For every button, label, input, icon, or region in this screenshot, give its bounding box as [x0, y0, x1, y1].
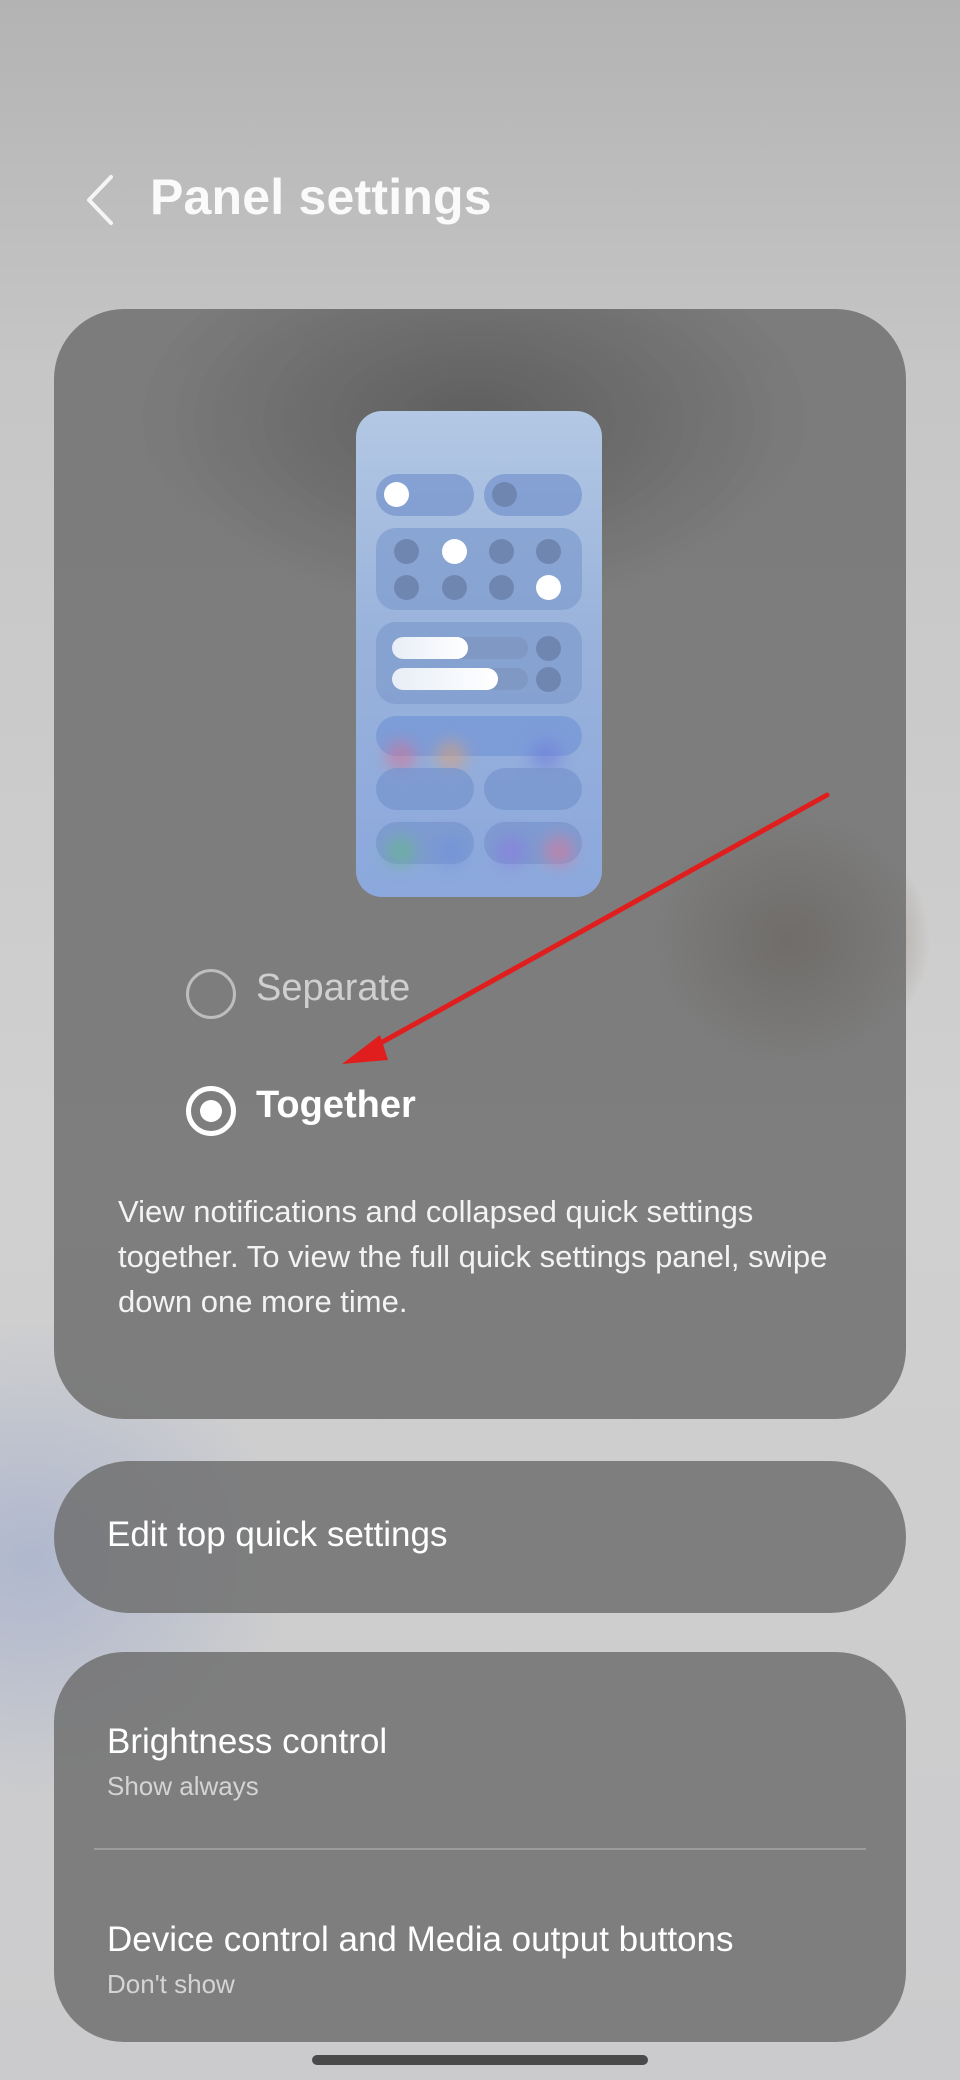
preview-tile-dot [536, 539, 561, 564]
option-label: Together [256, 1084, 416, 1126]
list-item-title: Device control and Media output buttons [107, 1920, 734, 1959]
preview-slider [392, 668, 528, 690]
panel-preview-illustration [356, 411, 602, 897]
radio-unselected-icon[interactable] [186, 969, 236, 1019]
preview-tile-dot [394, 539, 419, 564]
radio-selected-icon[interactable] [186, 1086, 236, 1136]
panel-mode-card: Separate Together View notifications and… [54, 309, 906, 1419]
preview-blur [386, 741, 416, 771]
preview-slider [392, 637, 528, 659]
option-separate[interactable]: Separate [124, 949, 824, 1045]
preview-tile-dot [489, 575, 514, 600]
option-label: Separate [256, 967, 411, 1009]
header: Panel settings [0, 150, 960, 250]
settings-list-card: Brightness control Show always Device co… [54, 1652, 906, 2042]
preview-blur [496, 836, 526, 866]
preview-notification [376, 768, 474, 810]
page-title: Panel settings [150, 169, 492, 225]
preview-blur [386, 836, 416, 866]
list-item-device-control[interactable]: Device control and Media output buttons … [54, 1868, 906, 2028]
preview-tile-dot [489, 539, 514, 564]
list-item-title: Brightness control [107, 1722, 388, 1761]
preview-tile-dot [442, 575, 467, 600]
edit-quick-settings-button[interactable]: Edit top quick settings [54, 1461, 906, 1613]
preview-notification [484, 768, 582, 810]
preview-tile-dot [442, 539, 467, 564]
list-item-subtitle: Show always [107, 1771, 259, 1801]
option-description: View notifications and collapsed quick s… [118, 1194, 828, 1319]
chevron-left-icon [87, 175, 113, 225]
option-together[interactable]: Together [124, 1066, 824, 1162]
preview-blur [436, 741, 466, 771]
preview-slider-dot [536, 667, 561, 692]
preview-blur [544, 836, 574, 866]
list-item-brightness-control[interactable]: Brightness control Show always [54, 1670, 906, 1830]
preview-tile-dot [536, 575, 561, 600]
back-button[interactable] [70, 170, 130, 230]
edit-quick-settings-label: Edit top quick settings [107, 1515, 448, 1554]
preview-slider-dot [536, 636, 561, 661]
divider [94, 1848, 866, 1850]
list-item-subtitle: Don't show [107, 1969, 235, 1999]
preview-blur [436, 836, 466, 866]
preview-toggle-dot [384, 482, 409, 507]
preview-blur [531, 741, 561, 771]
preview-toggle-dot [492, 482, 517, 507]
home-indicator[interactable] [312, 2055, 648, 2065]
preview-tile-dot [394, 575, 419, 600]
